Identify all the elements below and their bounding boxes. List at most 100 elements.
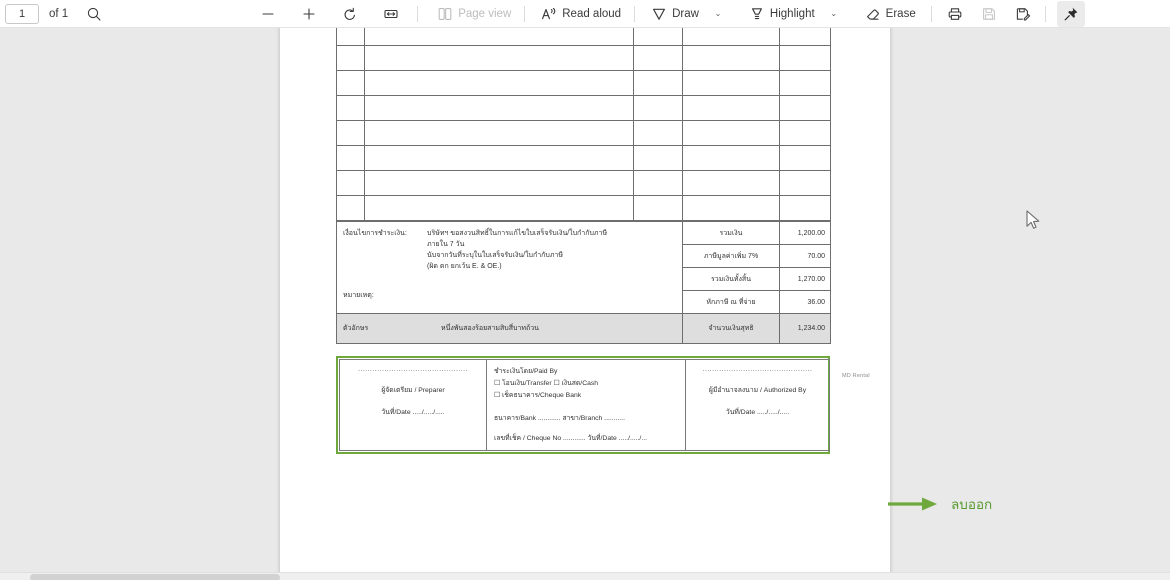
toolbar-separator-5 (1044, 5, 1046, 22)
invoice-footer-table: เงื่อนไขการชำระเงิน: บริษัทฯ ขอสงวนสิทธิ… (336, 221, 831, 344)
conditions-label: เงื่อนไขการชำระเงิน: (343, 230, 407, 237)
payment-method-cell: ชำระเงินโดย/Paid By ☐ โอนเงิน/Transfer ☐… (486, 358, 686, 452)
total-label: หักภาษี ณ ที่จ่าย (682, 290, 780, 314)
pin-toolbar-button[interactable] (1056, 0, 1085, 27)
eraser-icon (866, 8, 879, 20)
note-label: หมายเหตุ: (343, 292, 374, 300)
horizontal-scrollbar-track[interactable] (0, 572, 1170, 580)
pdf-viewer[interactable]: 2 [เช่าบวชิ่ง] B3 - ค่าเช่า 1 200.00 200… (0, 28, 1170, 580)
signature-row: ........................................… (339, 358, 830, 452)
table-row (336, 70, 831, 96)
page-number-input[interactable]: 1 (5, 3, 39, 24)
table-row (336, 170, 831, 196)
annotation-delete-marker[interactable]: ลบออก (888, 493, 992, 515)
print-button[interactable] (943, 2, 967, 26)
mouse-cursor (1026, 210, 1040, 229)
preparer-title: ผู้จัดเตรียม / Preparer (381, 387, 445, 394)
amount-in-words-label: ตัวอักษร (343, 325, 369, 332)
read-aloud-label: Read aloud (562, 7, 622, 20)
conditions-totals-row: เงื่อนไขการชำระเงิน: บริษัทฯ ขอสงวนสิทธิ… (336, 221, 831, 314)
page-view-icon (438, 7, 452, 20)
net-amount-value: 1,234.00 (779, 313, 831, 344)
authorized-title: ผู้มีอำนาจลงนาม / Authorized By (708, 387, 807, 394)
read-aloud-button[interactable]: Read aloud (536, 2, 628, 26)
draw-pen-icon (653, 8, 666, 20)
table-row (336, 28, 831, 46)
authorized-cell: ........................................… (685, 358, 830, 452)
invoice-document: 2 [เช่าบวชิ่ง] B3 - ค่าเช่า 1 200.00 200… (336, 28, 831, 455)
table-row (336, 195, 831, 221)
annotation-text: ลบออก (951, 497, 993, 512)
rotate-icon (344, 7, 356, 20)
amount-in-words-text: หนึ่งพันสองร้อยสามสิบสี่บาทถ้วน (441, 325, 539, 332)
invoice-items-table: 2 [เช่าบวชิ่ง] B3 - ค่าเช่า 1 200.00 200… (336, 28, 831, 221)
save-as-icon (1016, 7, 1030, 20)
conditions-line-1: บริษัทฯ ขอสงวนสิทธิ์ในการแก้ไขใบเสร็จรับ… (427, 230, 608, 237)
erase-button[interactable]: Erase (860, 2, 923, 26)
save-icon (982, 7, 995, 20)
toolbar-separator-2 (524, 5, 526, 22)
pdf-page: 2 [เช่าบวชิ่ง] B3 - ค่าเช่า 1 200.00 200… (280, 28, 890, 580)
zoom-group (256, 2, 403, 26)
preparer-signature-line: ........................................… (358, 366, 468, 373)
search-button[interactable] (82, 2, 106, 26)
page-view-button[interactable]: Page view (432, 2, 518, 26)
zoom-in-button[interactable] (297, 2, 321, 26)
pdf-toolbar: 1 of 1 Page view Read aloud Draw ⌄ Highl… (0, 0, 1170, 28)
draw-button[interactable]: Draw (646, 2, 706, 26)
highlighter-icon (751, 7, 762, 19)
toolbar-separator-1 (417, 5, 419, 22)
erase-label: Erase (885, 7, 916, 20)
fit-to-width-button[interactable] (379, 2, 403, 26)
read-aloud-icon (542, 7, 556, 19)
total-value: 36.00 (779, 290, 831, 314)
cheque-no-date-line: เลขที่เช็ค / Cheque No ............ วันท… (494, 434, 647, 442)
total-value: 1,270.00 (779, 267, 831, 291)
payment-conditions-cell: เงื่อนไขการชำระเงิน: บริษัทฯ ขอสงวนสิทธิ… (336, 221, 683, 314)
fit-to-width-icon (384, 9, 398, 18)
page-view-label: Page view (458, 7, 512, 20)
pin-icon (1064, 7, 1078, 20)
payment-option-cheque[interactable]: ☐ เช็คธนาคาร/Cheque Bank (494, 390, 678, 402)
highlight-button[interactable]: Highlight (744, 2, 822, 26)
conditions-line-2: ภายใน 7 วัน (427, 240, 465, 248)
table-row (336, 145, 831, 171)
horizontal-scrollbar-thumb[interactable] (30, 574, 280, 580)
total-label: รวมเงินทั้งสิ้น (682, 267, 780, 291)
draw-options-button[interactable]: ⌄ (706, 2, 730, 26)
toolbar-separator-4 (930, 5, 932, 22)
preparer-cell: ........................................… (339, 358, 487, 452)
plus-icon (303, 7, 315, 20)
chevron-down-icon: ⌄ (714, 9, 722, 18)
conditions-line-4: (ผิด ตก ยกเว้น E. & OE.) (427, 262, 502, 270)
page-count-label: of 1 (49, 7, 69, 20)
amount-in-words-row: ตัวอักษร หนึ่งพันสองร้อยสามสิบสี่บาทถ้วน… (336, 313, 831, 344)
total-label: รวมเงิน (682, 221, 780, 245)
chevron-down-icon: ⌄ (830, 9, 838, 18)
toolbar-separator-3 (634, 5, 636, 22)
table-row (336, 95, 831, 121)
table-row (336, 120, 831, 146)
highlight-options-button[interactable]: ⌄ (822, 2, 846, 26)
paid-by-label: ชำระเงินโดย/Paid By (494, 368, 558, 375)
print-icon (948, 7, 962, 20)
zoom-out-button[interactable] (256, 2, 280, 26)
highlight-label: Highlight (769, 7, 815, 20)
brand-label: MD Rental (842, 373, 870, 379)
signature-block-highlight[interactable]: ........................................… (336, 356, 830, 455)
page-nav-group: 1 of 1 (0, 2, 106, 26)
table-row (336, 45, 831, 71)
amount-in-words-cell: ตัวอักษร หนึ่งพันสองร้อยสามสิบสี่บาทถ้วน (336, 313, 683, 344)
preparer-date: วันที่/Date ...../...../..... (381, 409, 445, 416)
search-icon (88, 7, 101, 21)
rotate-button[interactable] (338, 2, 362, 26)
payment-option-transfer-cash[interactable]: ☐ โอนเงิน/Transfer ☐ เงินสด/Cash (494, 378, 678, 390)
total-value: 1,200.00 (779, 221, 831, 245)
total-label: ภาษีมูลค่าเพิ่ม 7% (682, 244, 780, 268)
total-value: 70.00 (779, 244, 831, 268)
authorized-signature-line: ........................................… (702, 366, 813, 373)
save-button[interactable] (977, 2, 1001, 26)
save-as-button[interactable] (1011, 2, 1035, 26)
authorized-date: วันที่/Date ...../...../..... (725, 409, 790, 416)
conditions-line-3: นับจากวันที่ระบุในใบเสร็จรับเงิน/ใบกำกับ… (427, 251, 563, 259)
